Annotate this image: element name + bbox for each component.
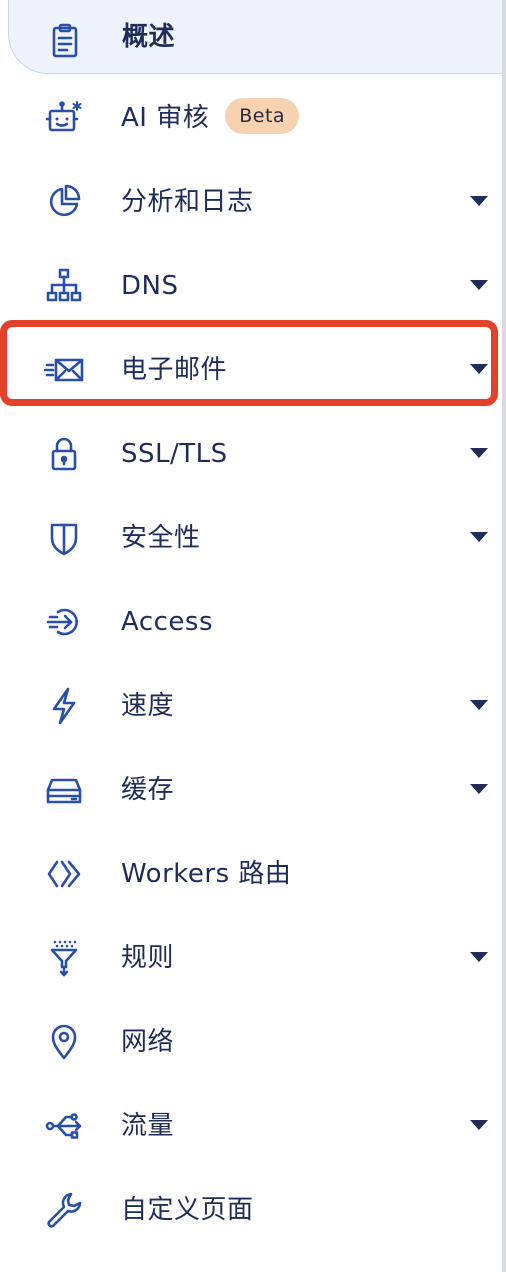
sidebar-item-overview[interactable]: 概述 — [8, 0, 506, 74]
chevron-down-icon[interactable] — [470, 532, 488, 542]
sidebar-item-label: 电子邮件 — [121, 355, 228, 385]
sidebar-nav: 概述 AI 审核 Beta 分析和日志 DNS 电子邮件 SSL/TLS 安全性… — [0, 0, 506, 1272]
chevron-down-icon[interactable] — [470, 952, 488, 962]
network-tree-icon — [44, 266, 84, 306]
chevron-down-icon[interactable] — [470, 1120, 488, 1130]
sidebar-item-label: 规则 — [121, 943, 175, 973]
sidebar-item-label: 分析和日志 — [121, 187, 254, 217]
sidebar-item-network[interactable]: 网络 — [0, 1000, 502, 1084]
sidebar-item-label: 缓存 — [121, 775, 175, 805]
sidebar-item-label: DNS — [121, 271, 179, 301]
sidebar-item-ai-review[interactable]: AI 审核 Beta — [0, 76, 502, 160]
robot-icon — [44, 98, 84, 138]
clipboard-icon — [45, 21, 85, 61]
chevron-down-icon[interactable] — [470, 196, 488, 206]
sidebar-item-traffic[interactable]: 流量 — [0, 1084, 502, 1168]
shield-icon — [44, 518, 84, 558]
lock-icon — [44, 434, 84, 474]
sidebar-item-label: AI 审核 Beta — [121, 76, 300, 160]
location-pin-icon — [44, 1022, 84, 1062]
sidebar-item-label: 速度 — [121, 691, 175, 721]
sidebar-item-label: 概述 — [122, 22, 176, 52]
sidebar-item-workers-routes[interactable]: Workers 路由 — [0, 832, 502, 916]
chevron-down-icon[interactable] — [470, 784, 488, 794]
sidebar-item-label: SSL/TLS — [121, 439, 228, 469]
server-stack-icon — [44, 770, 84, 810]
sidebar-item-custom-pages[interactable]: 自定义页面 — [0, 1168, 502, 1252]
sidebar-item-ssl-tls[interactable]: SSL/TLS — [0, 412, 502, 496]
sidebar-item-label: 自定义页面 — [121, 1195, 254, 1225]
sidebar-item-label: Access — [121, 607, 214, 637]
sidebar-item-email[interactable]: 电子邮件 — [0, 328, 502, 412]
sidebar-item-label: 安全性 — [121, 523, 201, 553]
sidebar-item-label: 流量 — [121, 1111, 175, 1141]
sidebar-item-speed[interactable]: 速度 — [0, 664, 502, 748]
sidebar-item-access[interactable]: Access — [0, 580, 502, 664]
pie-chart-icon — [44, 182, 84, 222]
sidebar-item-label: 网络 — [121, 1027, 175, 1057]
traffic-icon — [44, 1106, 84, 1146]
sidebar-item-security[interactable]: 安全性 — [0, 496, 502, 580]
sidebar-item-analytics[interactable]: 分析和日志 — [0, 160, 502, 244]
chevron-down-icon[interactable] — [470, 280, 488, 290]
wrench-icon — [44, 1190, 84, 1230]
chevron-down-icon[interactable] — [470, 364, 488, 374]
sidebar-item-label: Workers 路由 — [121, 859, 292, 889]
sidebar-item-cache[interactable]: 缓存 — [0, 748, 502, 832]
beta-badge: Beta — [225, 97, 300, 134]
envelope-icon — [44, 350, 84, 390]
sidebar-item-rules[interactable]: 规则 — [0, 916, 502, 1000]
sign-in-icon — [44, 602, 84, 642]
lightning-icon — [44, 686, 84, 726]
scrollbar[interactable] — [502, 0, 506, 1272]
funnel-icon — [44, 938, 84, 978]
code-brackets-icon — [44, 854, 84, 894]
chevron-down-icon[interactable] — [470, 448, 488, 458]
chevron-down-icon[interactable] — [470, 700, 488, 710]
sidebar-item-dns[interactable]: DNS — [0, 244, 502, 328]
